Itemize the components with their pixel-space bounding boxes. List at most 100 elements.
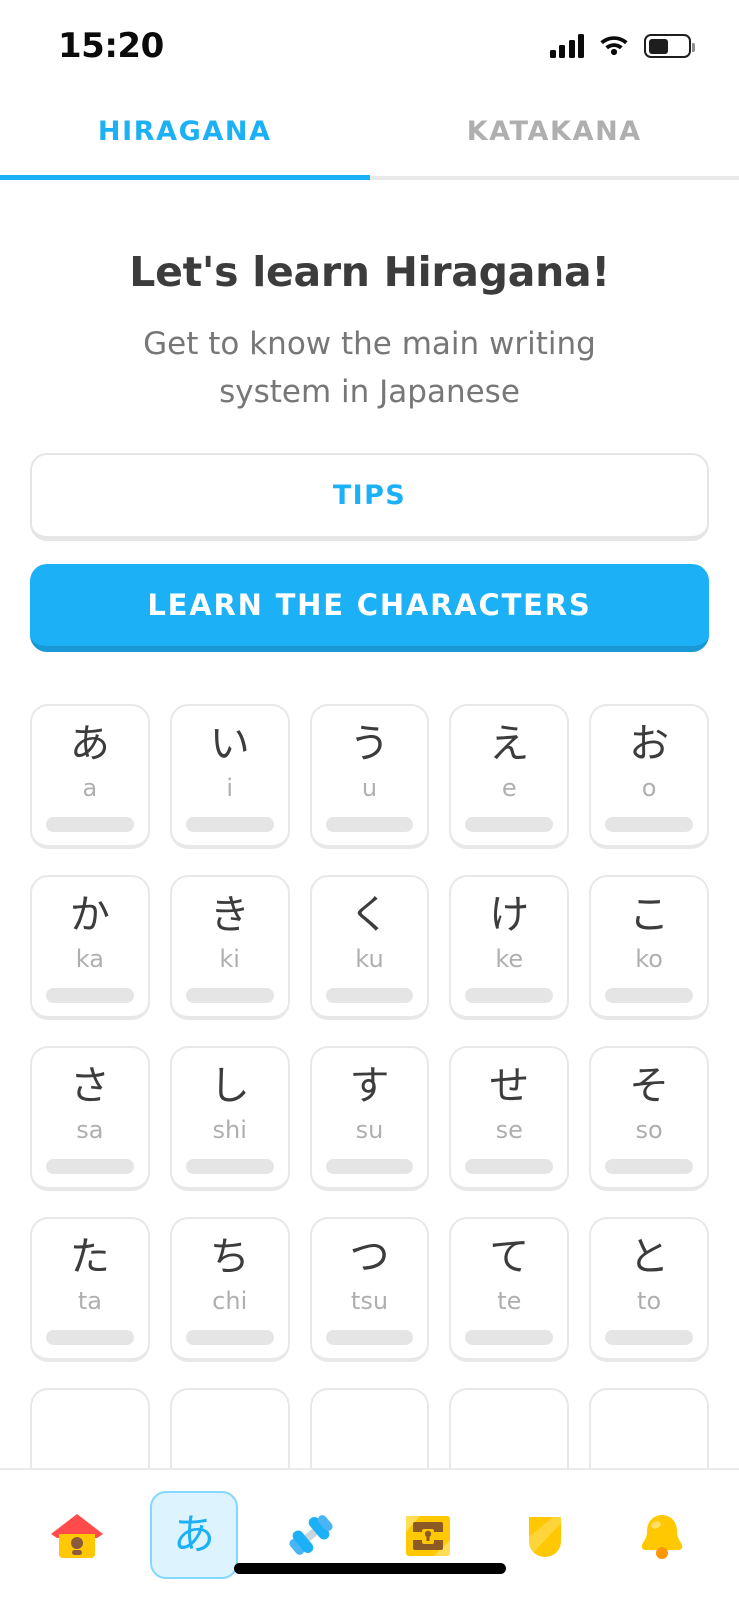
character-progress-bar — [325, 1159, 414, 1175]
character-card[interactable]: せ se — [449, 1046, 570, 1192]
alphabet-tab-bar: HIRAGANA KATAKANA — [0, 92, 739, 180]
character-glyph: た — [69, 1234, 110, 1281]
character-romaji: so — [635, 1116, 663, 1145]
nav-item-leagues[interactable] — [501, 1491, 589, 1579]
character-glyph: ち — [209, 1234, 250, 1281]
character-romaji: a — [82, 774, 98, 803]
alphabet-hiragana-icon: あ — [165, 1506, 223, 1564]
home-birdhouse-icon — [46, 1504, 108, 1566]
character-card[interactable]: け ke — [449, 875, 570, 1021]
character-glyph: す — [349, 1063, 390, 1110]
learn-the-characters-button[interactable]: LEARN THE CHARACTERS — [30, 564, 709, 653]
character-romaji: o — [641, 774, 657, 803]
svg-text:あ: あ — [173, 1510, 215, 1559]
character-glyph: せ — [489, 1063, 530, 1110]
character-glyph: き — [209, 892, 250, 939]
character-card[interactable] — [589, 1388, 709, 1468]
character-progress-bar — [465, 1159, 554, 1175]
character-progress-bar — [185, 817, 274, 833]
character-card[interactable]: つ tsu — [309, 1217, 430, 1363]
character-card[interactable]: て te — [449, 1217, 570, 1363]
character-progress-bar — [185, 1159, 274, 1175]
character-card[interactable] — [449, 1388, 570, 1468]
character-glyph: さ — [69, 1063, 110, 1110]
character-card[interactable]: さ sa — [30, 1046, 150, 1192]
action-buttons: TIPS LEARN THE CHARACTERS — [0, 453, 739, 653]
bottom-navigation-bar: あ — [0, 1470, 739, 1600]
character-card[interactable]: す su — [309, 1046, 430, 1192]
app-screen: 15:20 HIRAGANA KATAKANA Let's learn Hira… — [0, 0, 739, 1600]
character-card[interactable]: た ta — [30, 1217, 150, 1363]
page-title: Let's learn Hiragana! — [129, 248, 610, 296]
character-romaji: ta — [77, 1287, 102, 1316]
nav-item-alphabets[interactable]: あ — [149, 1491, 238, 1579]
character-card[interactable]: そ so — [589, 1046, 709, 1192]
character-card[interactable]: ち chi — [169, 1217, 290, 1363]
character-romaji: ko — [635, 945, 663, 974]
page-subtitle: Get to know the main writing system in J… — [143, 326, 596, 411]
scroll-content[interactable]: Let's learn Hiragana! Get to know the ma… — [0, 180, 739, 1470]
character-card[interactable]: し shi — [169, 1046, 290, 1192]
character-romaji: tsu — [350, 1287, 389, 1316]
character-romaji: e — [501, 774, 517, 803]
character-progress-bar — [605, 1330, 693, 1346]
character-glyph: こ — [629, 892, 670, 939]
character-glyph: そ — [629, 1063, 670, 1110]
character-glyph: え — [489, 721, 530, 768]
tab-hiragana[interactable]: HIRAGANA — [0, 92, 370, 180]
shield-leagues-icon — [514, 1504, 576, 1566]
tips-button[interactable]: TIPS — [30, 453, 709, 542]
character-glyph: あ — [69, 721, 110, 768]
home-indicator — [233, 1563, 506, 1574]
character-card[interactable]: いi — [169, 704, 290, 850]
character-progress-bar — [46, 1330, 134, 1346]
character-romaji: ka — [75, 945, 104, 974]
bell-notifications-icon — [631, 1504, 693, 1566]
character-progress-bar — [185, 988, 274, 1004]
nav-item-home[interactable] — [33, 1491, 121, 1579]
character-card[interactable] — [30, 1388, 150, 1468]
character-glyph: け — [489, 892, 530, 939]
character-card[interactable]: と to — [589, 1217, 709, 1363]
character-glyph: と — [629, 1234, 670, 1281]
character-progress-bar — [465, 1330, 554, 1346]
character-progress-bar — [46, 817, 134, 833]
character-progress-bar — [185, 1330, 274, 1346]
status-bar: 15:20 — [0, 0, 739, 92]
character-card[interactable]: えe — [449, 704, 570, 850]
character-romaji: ku — [355, 945, 384, 974]
character-glyph: か — [69, 892, 110, 939]
cellular-signal-icon — [549, 34, 584, 58]
battery-fill — [648, 38, 668, 54]
tab-katakana[interactable]: KATAKANA — [370, 92, 739, 180]
character-progress-bar — [605, 1159, 693, 1175]
character-card[interactable]: こ ko — [589, 875, 709, 1021]
character-romaji: se — [495, 1116, 523, 1145]
character-progress-bar — [465, 988, 554, 1004]
character-card[interactable]: く ku — [309, 875, 430, 1021]
character-card[interactable] — [169, 1388, 290, 1468]
character-romaji: ki — [219, 945, 240, 974]
character-progress-bar — [46, 988, 134, 1004]
character-card[interactable]: あa — [30, 704, 150, 850]
character-progress-bar — [325, 988, 414, 1004]
character-romaji: shi — [212, 1116, 247, 1145]
character-card[interactable]: うu — [309, 704, 430, 850]
character-romaji: chi — [212, 1287, 248, 1316]
nav-item-notifications[interactable] — [618, 1491, 706, 1579]
character-progress-bar — [605, 817, 693, 833]
character-glyph: つ — [349, 1234, 390, 1281]
character-card[interactable]: か ka — [30, 875, 150, 1021]
character-card[interactable]: き ki — [169, 875, 290, 1021]
character-glyph: く — [349, 892, 390, 939]
character-progress-bar — [325, 1330, 414, 1346]
character-romaji: te — [497, 1287, 522, 1316]
character-card[interactable] — [309, 1388, 430, 1468]
character-card[interactable]: おo — [589, 704, 709, 850]
character-glyph: し — [209, 1063, 250, 1110]
character-progress-bar — [465, 817, 554, 833]
character-romaji: to — [637, 1287, 662, 1316]
status-time: 15:20 — [58, 26, 164, 66]
character-glyph: て — [489, 1234, 530, 1281]
character-glyph: う — [349, 721, 390, 768]
